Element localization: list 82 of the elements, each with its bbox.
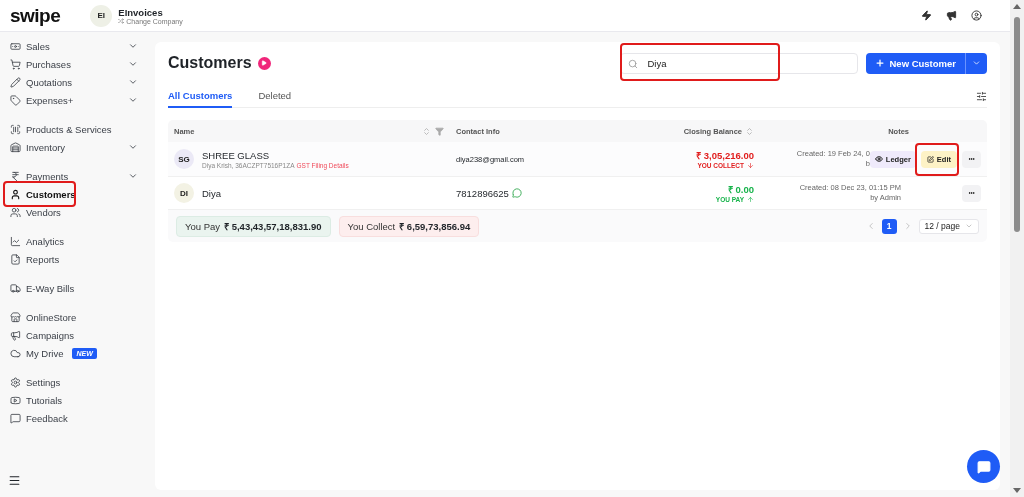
customer-name[interactable]: SHREE GLASS [202, 149, 349, 161]
customer-name[interactable]: Diya [202, 187, 221, 199]
sidebar-item[interactable]: Sales [8, 37, 138, 55]
chevron-down-icon [128, 142, 138, 152]
sidebar-item[interactable]: Inventory [8, 138, 138, 156]
summary-amount: ₹ 5,43,43,57,18,831.90 [224, 219, 322, 233]
chat-icon [976, 459, 991, 474]
search-icon [628, 58, 639, 69]
sidebar-item[interactable]: OnlineStore [8, 308, 138, 326]
line-chart-icon [10, 235, 21, 247]
sidebar-item[interactable]: Products & Services [8, 120, 138, 138]
rupee-icon [10, 170, 21, 182]
company-name: EInvoices [118, 6, 164, 18]
file-check-icon [10, 253, 21, 265]
lightning-icon[interactable] [921, 10, 932, 21]
sidebar-item[interactable]: Reports [8, 250, 138, 268]
sort-icon[interactable] [745, 126, 754, 136]
tab[interactable]: All Customers [168, 86, 233, 108]
sliders-icon[interactable] [976, 91, 987, 102]
sidebar-item[interactable]: Feedback [8, 409, 138, 427]
chevron-down-icon [128, 171, 138, 181]
shuffle-icon [118, 18, 125, 24]
logo: swipe [10, 4, 61, 27]
sort-icon[interactable] [422, 126, 431, 136]
play-icon[interactable] [257, 56, 271, 70]
video-icon [10, 394, 21, 406]
dropdown-button[interactable] [965, 52, 987, 74]
sidebar-item[interactable]: Purchases [8, 55, 138, 73]
gear-icon [10, 376, 21, 388]
sidebar-item[interactable]: Settings [8, 373, 138, 391]
filter-icon[interactable] [435, 126, 444, 136]
customer-avatar: SG [174, 149, 194, 169]
page-button[interactable]: 1 [881, 218, 897, 234]
summary-amount: ₹ 6,59,73,856.94 [399, 219, 471, 233]
customer-avatar: DI [174, 183, 194, 203]
sidebar-item[interactable]: Customers [8, 185, 138, 203]
arrow-down-icon [747, 162, 754, 169]
chevron-down-icon [965, 222, 973, 230]
summary-label: You Collect [347, 220, 396, 232]
eye-icon [874, 155, 883, 163]
chevron-down-icon [972, 58, 981, 68]
truck-icon [10, 282, 21, 294]
sidebar-item[interactable]: Analytics [8, 232, 138, 250]
new-customer-button[interactable]: New Customer [866, 52, 965, 74]
sidebar-item[interactable]: Quotations [8, 73, 138, 91]
edit-icon [926, 155, 934, 163]
search-field[interactable]: Diya [620, 52, 859, 74]
plus-icon [875, 58, 886, 68]
company-avatar: EI [90, 4, 113, 27]
arrow-up-icon [747, 196, 754, 203]
megaphone-icon[interactable] [946, 10, 957, 21]
summary-label: You Pay [185, 220, 221, 232]
warehouse-icon [10, 141, 21, 153]
banknote-icon [10, 40, 21, 52]
store-icon [10, 311, 21, 323]
users-icon [10, 206, 21, 218]
page-size-select[interactable]: 12 / page [918, 218, 979, 234]
cart-icon [10, 58, 21, 70]
more-button[interactable] [962, 184, 981, 202]
barcode-icon [10, 123, 21, 135]
menu-icon[interactable] [8, 474, 21, 487]
sidebar-item[interactable]: Expenses+ [8, 91, 138, 109]
closing-balance: ₹ 3,05,216.00 [696, 149, 754, 162]
sidebar-item[interactable]: Vendors [8, 203, 138, 221]
chat-icon [10, 412, 21, 424]
more-button[interactable] [962, 150, 981, 168]
tag-icon [10, 94, 21, 106]
closing-balance: ₹ 0.00 [727, 183, 754, 196]
cloud-icon [10, 347, 21, 359]
megaphone-icon [10, 329, 21, 341]
tab[interactable]: Deleted [258, 86, 292, 108]
user-icon [10, 188, 21, 200]
sidebar-item[interactable]: Campaigns [8, 326, 138, 344]
page-title: Customers [168, 54, 252, 72]
profile-icon[interactable] [971, 10, 982, 21]
scrollbar[interactable] [1010, 0, 1024, 497]
pencil-icon [10, 76, 21, 88]
sidebar-item[interactable]: Payments [8, 167, 138, 185]
phone-number: 7812896625 [456, 187, 509, 199]
sidebar-item[interactable]: Tutorials [8, 391, 138, 409]
sidebar-item[interactable]: E-Way Bills [8, 279, 138, 297]
whatsapp-icon[interactable] [511, 188, 522, 198]
